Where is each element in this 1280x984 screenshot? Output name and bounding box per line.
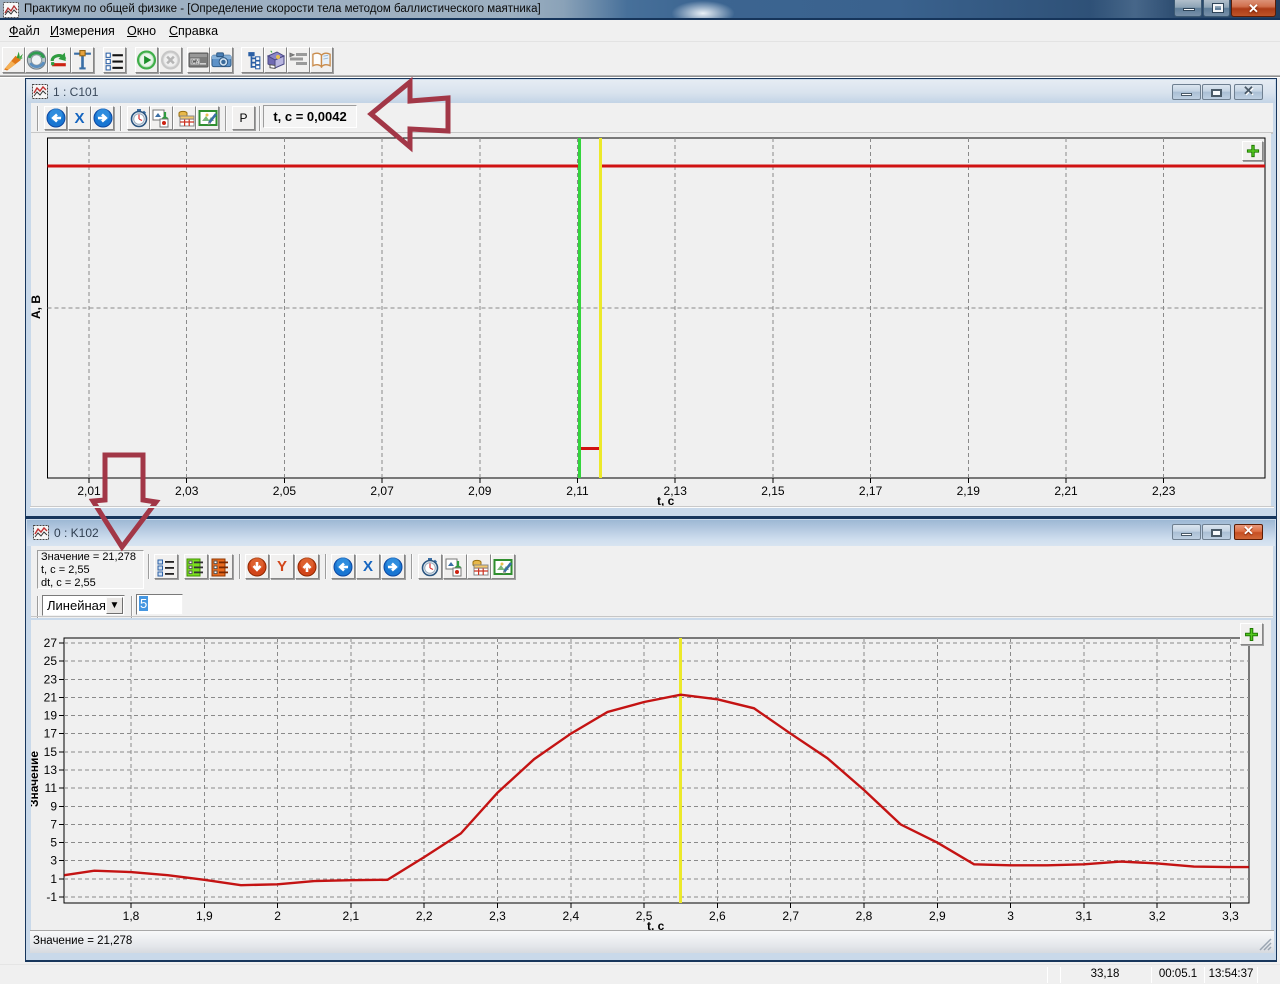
svg-text:3: 3 (1007, 909, 1014, 923)
svg-text:2,3: 2,3 (489, 909, 506, 923)
svg-text:1: 1 (50, 872, 57, 886)
svg-text:2,21: 2,21 (1054, 484, 1078, 498)
svg-text:2,03: 2,03 (175, 484, 199, 498)
svg-text:1,9: 1,9 (196, 909, 213, 923)
svg-text:2,09: 2,09 (468, 484, 492, 498)
svg-text:1,8: 1,8 (123, 909, 140, 923)
svg-text:2,1: 2,1 (343, 909, 360, 923)
svg-text:2,9: 2,9 (929, 909, 946, 923)
svg-text:А, В: А, В (31, 295, 43, 319)
svg-text:23: 23 (44, 672, 58, 686)
svg-text:2,19: 2,19 (957, 484, 981, 498)
svg-text:15: 15 (44, 745, 58, 759)
svg-text:2,15: 2,15 (761, 484, 785, 498)
svg-text:2,23: 2,23 (1152, 484, 1176, 498)
svg-text:Значение: Значение (31, 751, 41, 807)
svg-text:25: 25 (44, 654, 58, 668)
svg-text:5: 5 (50, 836, 57, 850)
svg-text:2,11: 2,11 (566, 484, 589, 498)
svg-text:CA: CA (192, 60, 200, 66)
svg-text:2,4: 2,4 (562, 909, 579, 923)
svg-text:7: 7 (50, 817, 57, 831)
svg-text:3,3: 3,3 (1222, 909, 1239, 923)
svg-text:-1: -1 (46, 890, 57, 904)
svg-text:2,2: 2,2 (416, 909, 433, 923)
svg-text:2,8: 2,8 (856, 909, 873, 923)
svg-text:2,17: 2,17 (859, 484, 883, 498)
svg-text:2,01: 2,01 (77, 484, 101, 498)
svg-text:3: 3 (50, 854, 57, 868)
svg-text:21: 21 (44, 691, 58, 705)
svg-text:2,05: 2,05 (273, 484, 297, 498)
svg-text:13: 13 (44, 763, 58, 777)
svg-text:3,1: 3,1 (1076, 909, 1093, 923)
svg-text:11: 11 (45, 781, 58, 795)
svg-text:2: 2 (274, 909, 281, 923)
svg-text:19: 19 (44, 709, 58, 723)
svg-text:9: 9 (50, 799, 57, 813)
svg-text:17: 17 (44, 727, 58, 741)
svg-text:3,2: 3,2 (1149, 909, 1166, 923)
svg-text:2,7: 2,7 (782, 909, 799, 923)
svg-text:2,6: 2,6 (709, 909, 726, 923)
svg-text:27: 27 (44, 636, 58, 650)
svg-text:2,07: 2,07 (370, 484, 394, 498)
